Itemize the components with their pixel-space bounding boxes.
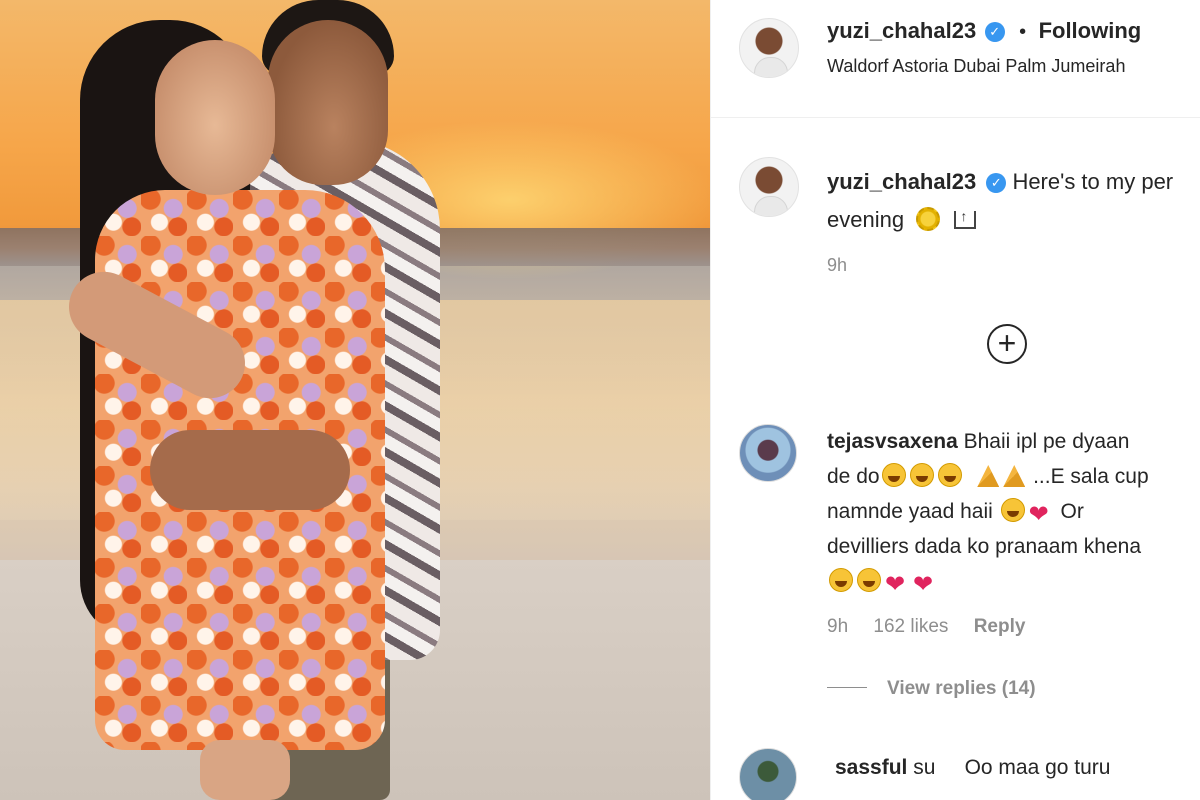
author-avatar[interactable] [739,18,799,78]
heart-emoji-icon: ❤ [885,571,906,598]
commenter-avatar[interactable] [739,424,797,482]
upload-emoji-icon [954,197,977,235]
replies-divider [827,687,867,688]
comment-line2a: de do [827,465,880,488]
comment-line3b: Or [1060,500,1084,523]
view-replies-label: View replies (14) [887,678,1036,699]
woman-figure-legs [200,740,290,800]
comment-meta: 9h 162 likes Reply [827,616,1045,638]
reply-button[interactable]: Reply [974,616,1026,637]
folded-hands-emoji-icon [977,465,1000,487]
comment-body: su Oo maa go turu [913,756,1111,779]
heart-emoji-icon: ❤ [1028,501,1049,528]
verified-badge-icon: ✓ [986,173,1007,193]
comment-line2b: ...E sala cup [1033,465,1149,488]
commenter-username[interactable]: tejasvsaxena [827,430,958,453]
laughing-emoji-icon [881,463,906,487]
caption-author-avatar[interactable] [739,157,799,217]
load-more-comments-button[interactable]: + [987,324,1027,364]
verified-badge-icon: ✓ [984,22,1005,42]
comment-line4: devilliers dada ko pranaam khena [827,535,1142,558]
post-location[interactable]: Waldorf Astoria Dubai Palm Jumeirah [827,56,1125,77]
laughing-emoji-icon [937,463,962,487]
comment-item: sassful su Oo maa go turu [739,748,1200,800]
woman-figure-head [155,40,275,195]
author-username[interactable]: yuzi_chahal23 [827,18,976,43]
header-title-row: yuzi_chahal23 ✓ • Following [827,18,1141,44]
comment-likes[interactable]: 162 likes [873,616,948,637]
comment-timestamp[interactable]: 9h [827,616,848,637]
laughing-emoji-icon [1000,498,1025,522]
comment-text: tejasvsaxena Bhaii ipl pe dyaan de do ..… [827,424,1200,599]
commenter-avatar[interactable] [739,748,797,800]
following-button[interactable]: Following [1039,18,1142,43]
caption-line2: evening [827,207,905,232]
comment-line1: Bhaii ipl pe dyaan [963,430,1130,453]
post-photo[interactable] [0,0,710,800]
caption-timestamp[interactable]: 9h [827,255,847,276]
post-header: yuzi_chahal23 ✓ • Following Waldorf Asto… [711,0,1200,118]
laughing-emoji-icon [829,568,853,592]
comment-text: sassful su Oo maa go turu [835,756,1110,780]
man-figure-head [268,20,388,185]
post-side-panel: yuzi_chahal23 ✓ • Following Waldorf Asto… [710,0,1200,800]
header-separator: • [1019,21,1027,43]
folded-hands-emoji-icon [1003,465,1026,487]
laughing-emoji-icon [857,568,881,592]
caption-line1: Here's to my per [1012,169,1174,194]
commenter-username[interactable]: sassful [835,756,907,779]
comment-line3a: namnde yaad haii [827,500,993,523]
man-figure-hands [150,430,350,510]
view-replies-button[interactable]: View replies (14) [827,678,1036,700]
sun-emoji-icon [916,207,941,231]
caption-text: yuzi_chahal23 ✓ Here's to my per evening [827,163,1173,239]
laughing-emoji-icon [909,463,934,487]
heart-emoji-icon: ❤ [913,571,934,598]
caption-username[interactable]: yuzi_chahal23 [827,169,976,194]
